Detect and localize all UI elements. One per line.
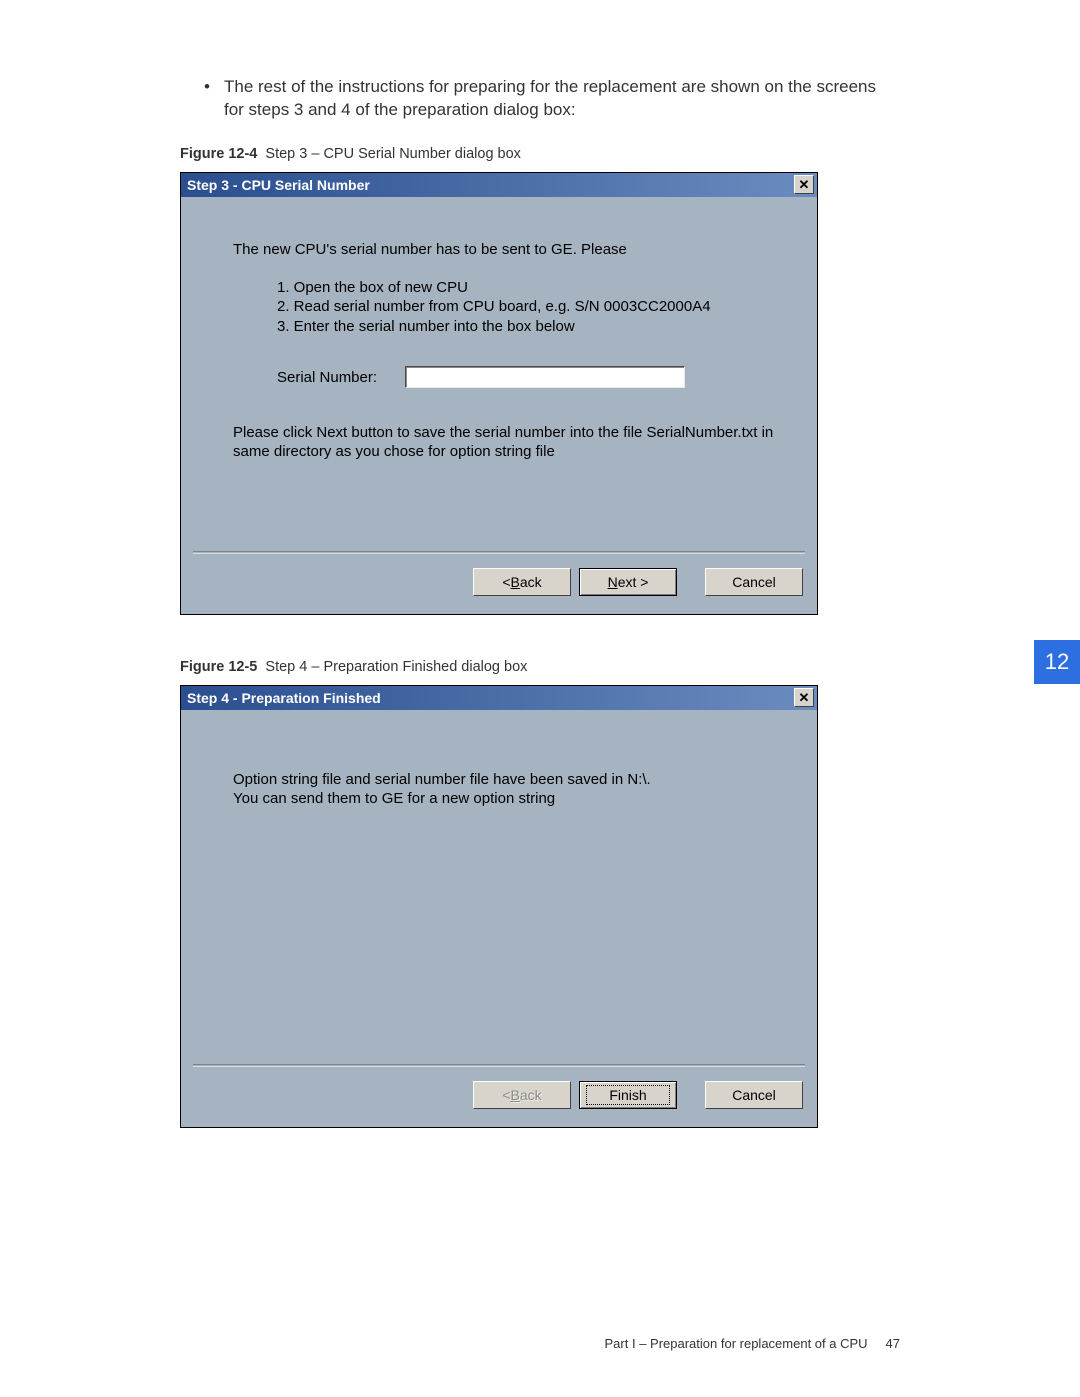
figure-12-5-caption: Figure 12-5 Step 4 – Preparation Finishe… (180, 659, 900, 675)
page-number: 47 (886, 1336, 900, 1351)
figure-12-4-label: Figure 12-4 (180, 146, 257, 162)
figure-12-4-text: Step 3 – CPU Serial Number dialog box (265, 146, 521, 162)
dialog-step3-title: Step 3 - CPU Serial Number (187, 177, 370, 193)
page-footer: Part I – Preparation for replacement of … (605, 1336, 900, 1351)
finish-button[interactable]: Finish (579, 1081, 677, 1109)
dialog-step3-buttons: < Back Next > Cancel (181, 554, 817, 614)
dialog-step3-item1: 1. Open the box of new CPU (277, 278, 789, 298)
back-button: < Back (473, 1081, 571, 1109)
serial-number-label: Serial Number: (277, 369, 405, 386)
back-button[interactable]: < Back (473, 568, 571, 596)
serial-number-input[interactable] (405, 366, 685, 388)
chapter-tab: 12 (1034, 640, 1080, 684)
figure-12-5-text: Step 4 – Preparation Finished dialog box (265, 659, 527, 675)
cancel-button[interactable]: Cancel (705, 1081, 803, 1109)
intro-text: The rest of the instructions for prepari… (224, 76, 900, 122)
bullet-dot: • (204, 76, 224, 122)
close-icon[interactable]: ✕ (794, 175, 814, 194)
dialog-step3-note: Please click Next button to save the ser… (233, 424, 789, 462)
dialog-step4-title: Step 4 - Preparation Finished (187, 690, 381, 706)
next-button[interactable]: Next > (579, 568, 677, 596)
dialog-step3-intro: The new CPU's serial number has to be se… (233, 241, 789, 260)
figure-12-4-caption: Figure 12-4 Step 3 – CPU Serial Number d… (180, 146, 900, 162)
dialog-step4-line2: You can send them to GE for a new option… (233, 789, 789, 809)
figure-12-5-label: Figure 12-5 (180, 659, 257, 675)
intro-bullet: • The rest of the instructions for prepa… (204, 76, 900, 122)
dialog-step4-line1: Option string file and serial number fil… (233, 770, 789, 790)
footer-text: Part I – Preparation for replacement of … (605, 1336, 868, 1351)
close-icon[interactable]: ✕ (794, 688, 814, 707)
dialog-step3-item2: 2. Read serial number from CPU board, e.… (277, 297, 789, 317)
dialog-step4-buttons: < Back Finish Cancel (181, 1067, 817, 1127)
dialog-step4: Step 4 - Preparation Finished ✕ Option s… (180, 685, 818, 1128)
dialog-step3-list: 1. Open the box of new CPU 2. Read seria… (277, 278, 789, 337)
dialog-step3: Step 3 - CPU Serial Number ✕ The new CPU… (180, 172, 818, 615)
dialog-step3-item3: 3. Enter the serial number into the box … (277, 317, 789, 337)
cancel-button[interactable]: Cancel (705, 568, 803, 596)
dialog-step4-titlebar: Step 4 - Preparation Finished ✕ (181, 686, 817, 710)
dialog-step3-titlebar: Step 3 - CPU Serial Number ✕ (181, 173, 817, 197)
